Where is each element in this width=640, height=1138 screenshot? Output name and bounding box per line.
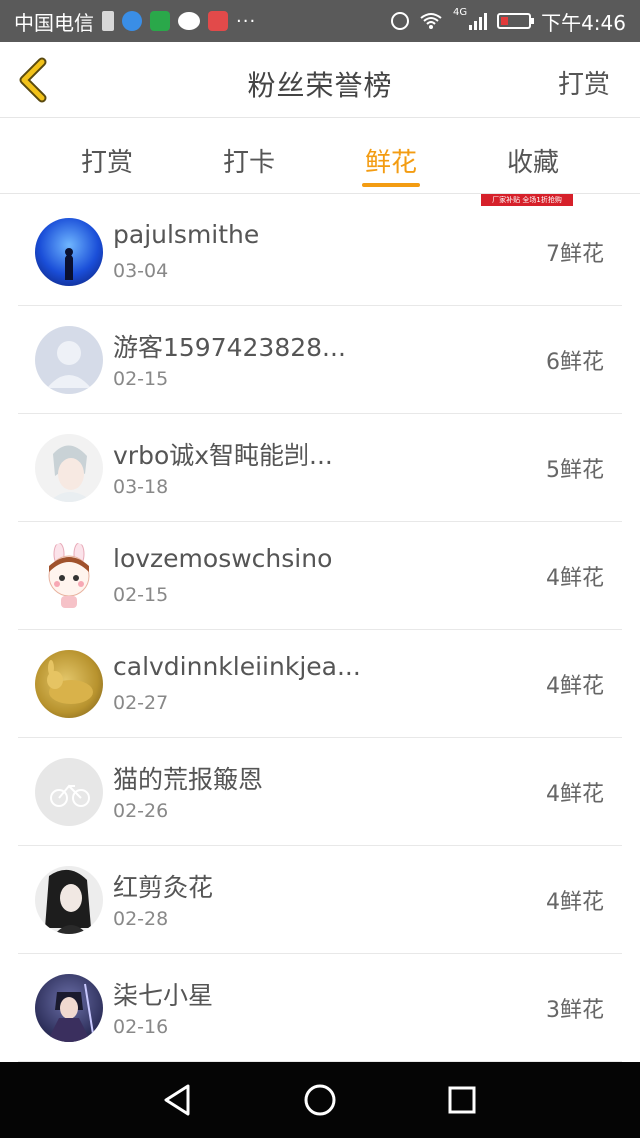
list-item[interactable]: 红剪灸花 02-28 4鲜花 (18, 846, 622, 954)
list-item[interactable]: vrbo诚x智盹能剀... 03-18 5鲜花 (18, 414, 622, 522)
flower-count: 4鲜花 (546, 890, 604, 915)
signal-icon (469, 12, 488, 30)
list-item[interactable]: pajulsmithe 03-04 7鲜花 (18, 198, 622, 306)
video-app-icon (150, 11, 170, 31)
user-name: lovzemoswchsino (113, 544, 333, 573)
wifi-icon (420, 13, 442, 29)
avatar (35, 434, 103, 502)
avatar (35, 326, 103, 394)
app-header: 粉丝荣誉榜 打赏 (0, 42, 640, 118)
entry-date: 02-26 (113, 800, 169, 822)
list-item[interactable]: 游客1597423828... 02-15 6鲜花 (18, 306, 622, 414)
flower-count: 3鲜花 (546, 998, 604, 1023)
user-name: 猫的荒报簸恩 (113, 765, 264, 794)
more-notifications-icon: ··· (236, 10, 257, 32)
avatar (35, 542, 103, 610)
flower-count: 5鲜花 (546, 458, 604, 483)
entry-date: 03-04 (113, 260, 169, 282)
list-item[interactable]: calvdinnkleiinkjea... 02-27 4鲜花 (18, 630, 622, 738)
entry-date: 02-28 (113, 908, 169, 930)
user-name: 红剪灸花 (113, 873, 214, 902)
flower-count: 4鲜花 (546, 782, 604, 807)
flower-count: 4鲜花 (546, 566, 604, 591)
list-item[interactable]: 猫的荒报簸恩 02-26 4鲜花 (18, 738, 622, 846)
user-name: 游客1597423828... (113, 333, 346, 362)
alarm-icon (390, 12, 409, 30)
clock: 下午4:46 (541, 10, 626, 35)
wechat-icon (178, 12, 200, 30)
reward-button[interactable]: 打赏 (558, 64, 610, 101)
avatar (35, 758, 103, 826)
tab-favorites[interactable]: 收藏 (462, 118, 604, 193)
page-title: 粉丝荣誉榜 (247, 69, 393, 102)
flower-count: 4鲜花 (546, 674, 604, 699)
entry-date: 02-15 (113, 584, 169, 606)
entry-date: 02-16 (113, 1016, 169, 1038)
battery-icon (497, 13, 535, 29)
avatar (35, 974, 103, 1042)
flower-count: 7鲜花 (546, 242, 604, 267)
status-left: 中国电信 ··· (14, 7, 256, 36)
entry-date: 02-27 (113, 692, 169, 714)
nav-back-icon[interactable] (158, 1080, 198, 1120)
system-nav-bar (0, 1062, 640, 1138)
list-item[interactable]: lovzemoswchsino 02-15 4鲜花 (18, 522, 622, 630)
nav-home-icon[interactable] (300, 1080, 340, 1120)
user-name: pajulsmithe (113, 220, 260, 249)
tab-flowers[interactable]: 鲜花 (320, 118, 462, 193)
avatar (35, 866, 103, 934)
tab-reward[interactable]: 打赏 (36, 118, 178, 193)
entry-date: 03-18 (113, 476, 169, 498)
entry-date: 02-15 (113, 368, 169, 390)
fan-ranking-list: pajulsmithe 03-04 7鲜花 游客1597423828... 02… (18, 198, 622, 1062)
sim-alert-icon (102, 11, 114, 31)
user-name: calvdinnkleiinkjea... (113, 652, 361, 681)
flower-count: 6鲜花 (546, 350, 604, 375)
carrier-label: 中国电信 (14, 10, 94, 35)
list-item[interactable]: 柒七小星 02-16 3鲜花 (18, 954, 622, 1062)
tab-checkin[interactable]: 打卡 (178, 118, 320, 193)
browser-app-icon (122, 11, 142, 31)
avatar (35, 218, 103, 286)
user-name: vrbo诚x智盹能剀... (113, 441, 333, 470)
network-type-label: 4G (452, 6, 468, 18)
nav-recents-icon[interactable] (442, 1080, 482, 1120)
tab-bar: 打赏 打卡 鲜花 收藏 (0, 118, 640, 194)
avatar (35, 650, 103, 718)
status-right: 4G 下午4:46 (390, 6, 626, 36)
status-bar: 中国电信 ··· 4G 下午4:46 (0, 0, 640, 42)
user-name: 柒七小星 (113, 981, 214, 1010)
map-app-icon (208, 11, 228, 31)
